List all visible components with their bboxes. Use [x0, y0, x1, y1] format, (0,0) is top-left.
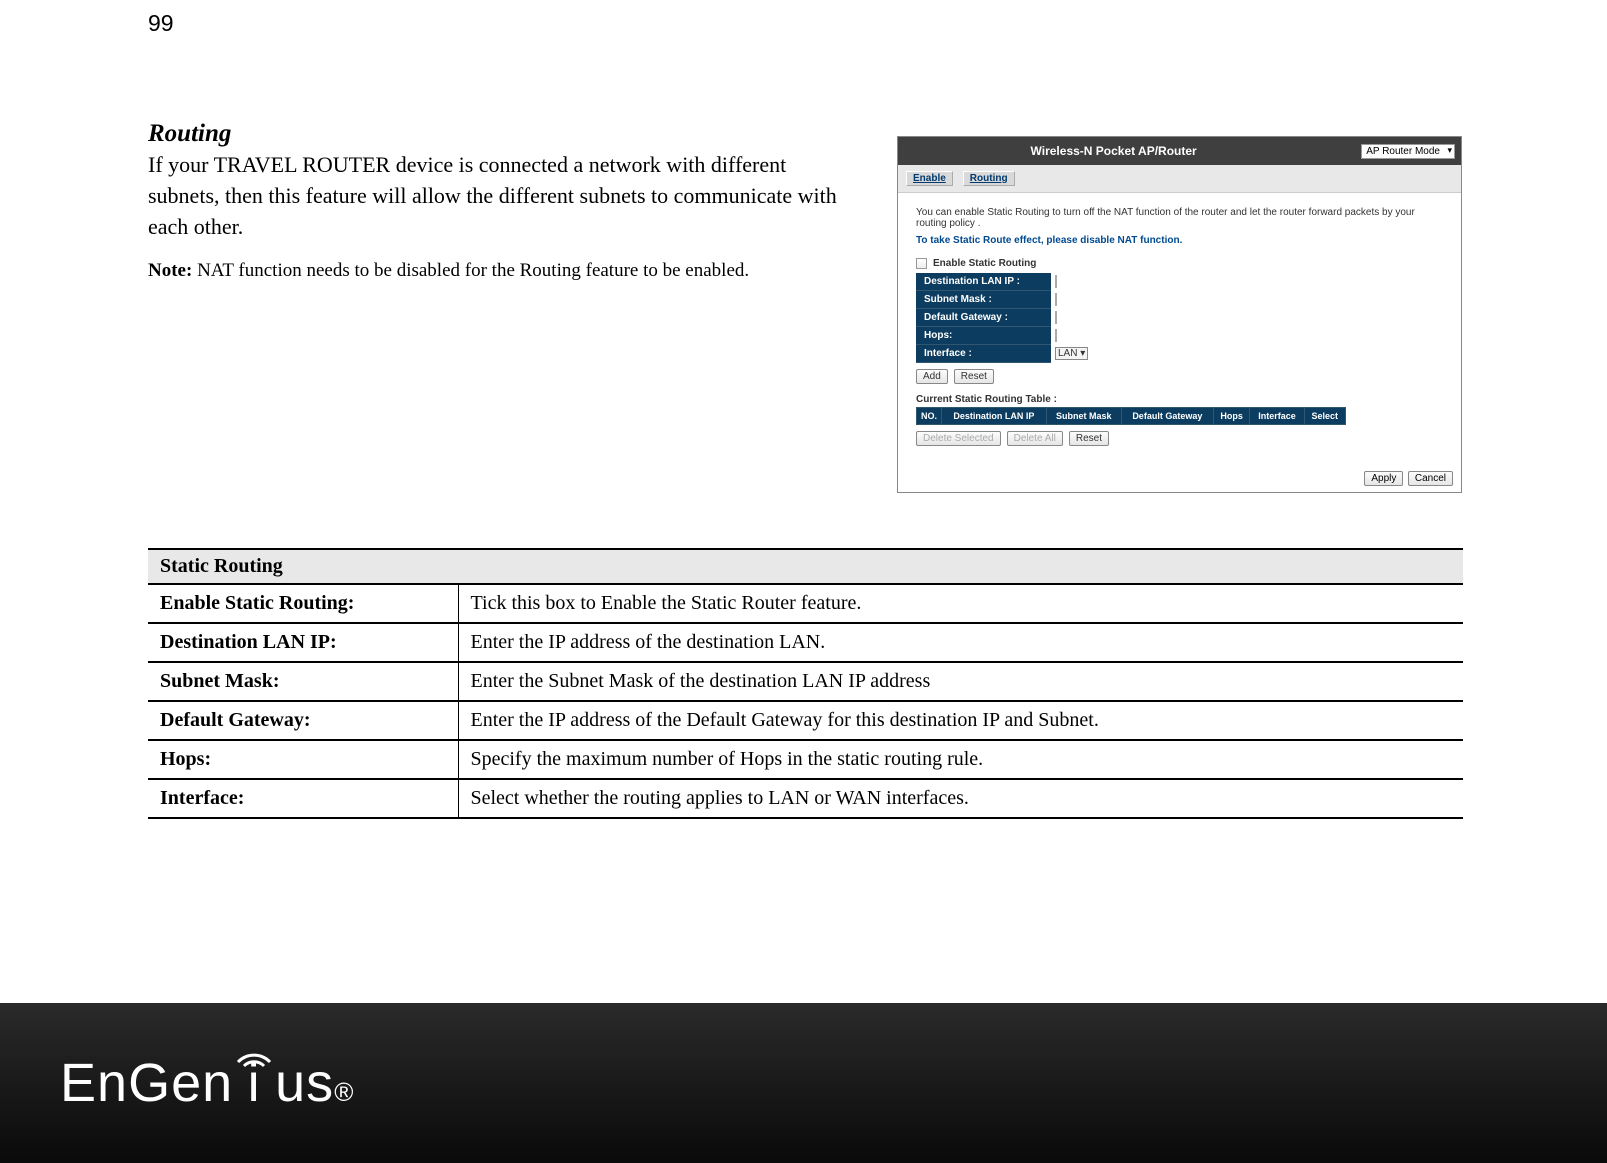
footer: EnGeni us®: [0, 1003, 1607, 1163]
row-desc: Select whether the routing applies to LA…: [458, 779, 1463, 818]
routing-description: You can enable Static Routing to turn of…: [916, 207, 1443, 229]
row-label: Enable Static Routing:: [148, 584, 458, 623]
mode-select[interactable]: AP Router Mode: [1361, 144, 1455, 159]
logo-us: us: [275, 1052, 334, 1114]
logo-en: En: [60, 1052, 128, 1114]
engenius-logo: EnGeni us®: [60, 1052, 354, 1114]
reset-button[interactable]: Reset: [954, 369, 994, 384]
hops-label: Hops:: [916, 327, 1051, 345]
row-desc: Enter the Subnet Mask of the destination…: [458, 662, 1463, 701]
dest-ip-input[interactable]: [1055, 275, 1057, 288]
enable-static-routing-label: Enable Static Routing: [933, 258, 1036, 269]
row-desc: Enter the IP address of the Default Gate…: [458, 701, 1463, 740]
row-label: Destination LAN IP:: [148, 623, 458, 662]
default-gateway-label: Default Gateway :: [916, 309, 1051, 327]
table-row: Destination LAN IP: Enter the IP address…: [148, 623, 1463, 662]
delete-all-button[interactable]: Delete All: [1007, 431, 1063, 446]
tabs-row: Enable Routing: [898, 165, 1461, 193]
page-number: 99: [148, 10, 174, 37]
wifi-icon: [232, 1038, 276, 1068]
row-label: Subnet Mask:: [148, 662, 458, 701]
routing-table: NO. Destination LAN IP Subnet Mask Defau…: [916, 407, 1346, 425]
subnet-mask-label: Subnet Mask :: [916, 291, 1051, 309]
col-default-gateway: Default Gateway: [1121, 408, 1213, 425]
cancel-button[interactable]: Cancel: [1408, 471, 1453, 486]
table-row: Default Gateway: Enter the IP address of…: [148, 701, 1463, 740]
row-label: Default Gateway:: [148, 701, 458, 740]
row-label: Hops:: [148, 740, 458, 779]
table-row: Enable Static Routing: Tick this box to …: [148, 584, 1463, 623]
dest-ip-label: Destination LAN IP :: [916, 273, 1051, 291]
row-label: Interface:: [148, 779, 458, 818]
enable-static-routing-checkbox[interactable]: [916, 258, 927, 269]
enable-static-routing-row: Enable Static Routing: [916, 258, 1443, 269]
row-desc: Specify the maximum number of Hops in th…: [458, 740, 1463, 779]
table-row: Hops: Specify the maximum number of Hops…: [148, 740, 1463, 779]
table-row: Subnet Mask: Enter the Subnet Mask of th…: [148, 662, 1463, 701]
routing-warning: To take Static Route effect, please disa…: [916, 235, 1443, 246]
apply-button[interactable]: Apply: [1364, 471, 1403, 486]
device-title: Wireless-N Pocket AP/Router: [904, 144, 1353, 158]
intro-column: If your TRAVEL ROUTER device is connecte…: [148, 150, 848, 282]
content-area: Routing If your TRAVEL ROUTER device is …: [148, 120, 1463, 819]
add-button[interactable]: Add: [916, 369, 948, 384]
routing-table-caption: Current Static Routing Table :: [916, 394, 1443, 405]
default-gateway-input[interactable]: [1055, 311, 1057, 324]
interface-value: LAN: [1058, 348, 1077, 359]
note-paragraph: Note: NAT function needs to be disabled …: [148, 260, 848, 282]
table-section-head: Static Routing: [148, 549, 1463, 584]
col-no: NO.: [917, 408, 942, 425]
form-buttons: Add Reset: [916, 369, 1443, 384]
row-desc: Tick this box to Enable the Static Route…: [458, 584, 1463, 623]
col-interface: Interface: [1250, 408, 1304, 425]
table-buttons: Delete Selected Delete All Reset: [916, 431, 1443, 446]
interface-select[interactable]: LAN ▾: [1055, 347, 1088, 360]
screenshot-body: You can enable Static Routing to turn of…: [898, 193, 1461, 464]
note-label: Note:: [148, 260, 192, 281]
col-hops: Hops: [1213, 408, 1250, 425]
col-select: Select: [1304, 408, 1345, 425]
delete-selected-button[interactable]: Delete Selected: [916, 431, 1001, 446]
subnet-mask-input[interactable]: [1055, 293, 1057, 306]
logo-gen: Gen: [128, 1052, 233, 1114]
note-text: NAT function needs to be disabled for th…: [192, 260, 749, 281]
row-desc: Enter the IP address of the destination …: [458, 623, 1463, 662]
logo-i-with-wifi: i: [233, 1052, 275, 1114]
screenshot-header: Wireless-N Pocket AP/Router AP Router Mo…: [898, 137, 1461, 165]
table-row: Interface: Select whether the routing ap…: [148, 779, 1463, 818]
col-dest-ip: Destination LAN IP: [942, 408, 1047, 425]
hops-input[interactable]: [1055, 329, 1057, 342]
interface-label: Interface :: [916, 345, 1051, 363]
registered-symbol: ®: [334, 1077, 354, 1108]
description-table: Static Routing Enable Static Routing: Ti…: [148, 548, 1463, 819]
reset-table-button[interactable]: Reset: [1069, 431, 1109, 446]
routing-form: Destination LAN IP : Subnet Mask : Defau…: [916, 273, 1092, 363]
intro-paragraph: If your TRAVEL ROUTER device is connecte…: [148, 150, 848, 242]
apply-row: Apply Cancel: [898, 464, 1461, 492]
router-screenshot: Wireless-N Pocket AP/Router AP Router Mo…: [897, 136, 1462, 493]
tab-enable[interactable]: Enable: [906, 171, 953, 186]
col-subnet-mask: Subnet Mask: [1046, 408, 1121, 425]
tab-routing[interactable]: Routing: [963, 171, 1015, 186]
